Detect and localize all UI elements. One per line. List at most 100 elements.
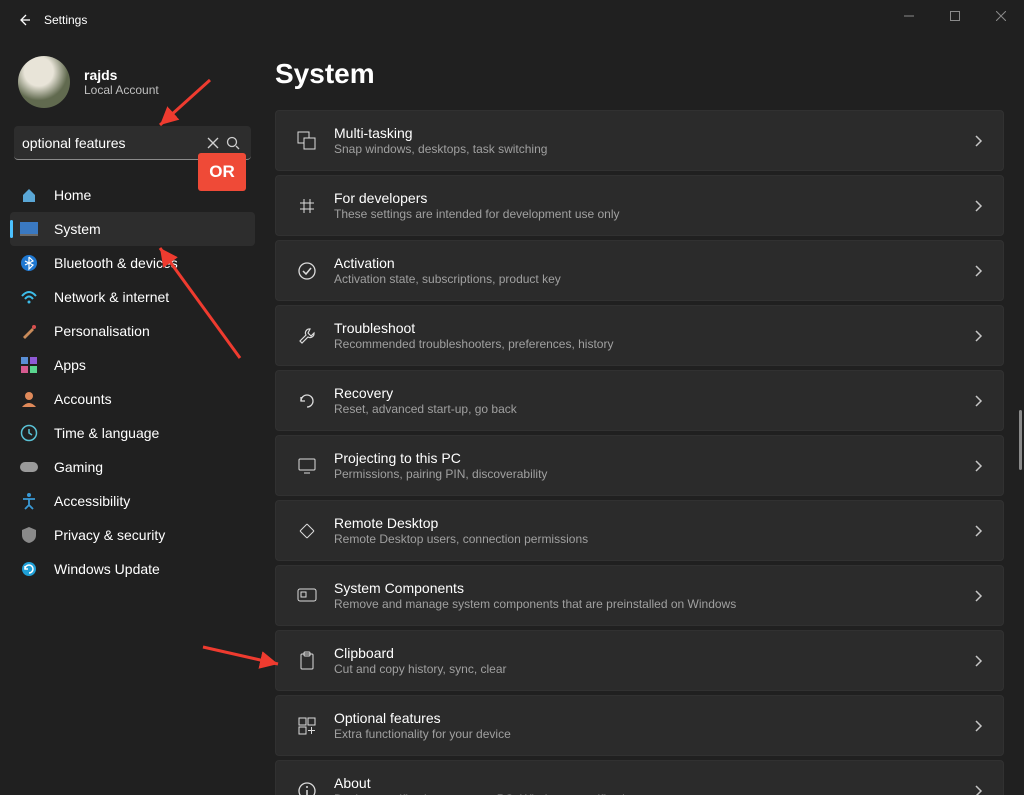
search-input[interactable] (22, 135, 203, 151)
card-desc: These settings are intended for developm… (334, 207, 973, 221)
multitask-icon (292, 131, 322, 151)
paint-icon (18, 320, 40, 342)
user-account-type: Local Account (84, 83, 159, 97)
system-projecting[interactable]: Projecting to this PCPermissions, pairin… (275, 435, 1004, 496)
window-title: Settings (44, 13, 87, 27)
system-remote-desktop[interactable]: Remote DesktopRemote Desktop users, conn… (275, 500, 1004, 561)
nav-network[interactable]: Network & internet (10, 280, 255, 314)
close-button[interactable] (978, 0, 1024, 32)
card-title: Remote Desktop (334, 515, 973, 531)
nav-gaming[interactable]: Gaming (10, 450, 255, 484)
scrollbar-thumb[interactable] (1019, 410, 1022, 470)
chevron-right-icon (973, 719, 983, 733)
profile-button[interactable]: rajds Local Account (4, 50, 261, 122)
developers-icon (292, 196, 322, 216)
chevron-right-icon (973, 654, 983, 668)
system-multitasking[interactable]: Multi-taskingSnap windows, desktops, tas… (275, 110, 1004, 171)
nav-label: Apps (54, 357, 86, 373)
chevron-right-icon (973, 199, 983, 213)
system-developers[interactable]: For developersThese settings are intende… (275, 175, 1004, 236)
clear-search-button[interactable] (203, 130, 223, 156)
chevron-right-icon (973, 459, 983, 473)
optional-features-icon (292, 716, 322, 736)
nav-accounts[interactable]: Accounts (10, 382, 255, 416)
card-desc: Permissions, pairing PIN, discoverabilit… (334, 467, 973, 481)
user-name: rajds (84, 67, 159, 83)
nav-accessibility[interactable]: Accessibility (10, 484, 255, 518)
system-activation[interactable]: ActivationActivation state, subscription… (275, 240, 1004, 301)
card-desc: Extra functionality for your device (334, 727, 973, 741)
nav-label: Network & internet (54, 289, 169, 305)
home-icon (18, 184, 40, 206)
annotation-or-badge: OR (198, 153, 246, 191)
window-controls (886, 0, 1024, 32)
remote-icon (292, 521, 322, 541)
nav: Home System Bluetooth & devices Network … (4, 178, 261, 586)
nav-label: Personalisation (54, 323, 150, 339)
titlebar: Settings (0, 0, 1024, 40)
system-troubleshoot[interactable]: TroubleshootRecommended troubleshooters,… (275, 305, 1004, 366)
main-content: System Multi-taskingSnap windows, deskto… (265, 40, 1024, 795)
shield-icon (18, 524, 40, 546)
chevron-right-icon (973, 524, 983, 538)
projecting-icon (292, 456, 322, 476)
chevron-right-icon (973, 394, 983, 408)
accounts-icon (18, 388, 40, 410)
apps-icon (18, 354, 40, 376)
nav-bluetooth[interactable]: Bluetooth & devices (10, 246, 255, 280)
card-desc: Remove and manage system components that… (334, 597, 973, 611)
nav-label: Accessibility (54, 493, 130, 509)
system-about[interactable]: AboutDevice specifications, rename PC, W… (275, 760, 1004, 795)
back-button[interactable] (4, 0, 44, 40)
card-title: Multi-tasking (334, 125, 973, 141)
maximize-button[interactable] (932, 0, 978, 32)
minimize-button[interactable] (886, 0, 932, 32)
card-title: About (334, 775, 973, 791)
nav-privacy[interactable]: Privacy & security (10, 518, 255, 552)
card-title: Activation (334, 255, 973, 271)
chevron-right-icon (973, 589, 983, 603)
nav-update[interactable]: Windows Update (10, 552, 255, 586)
nav-apps[interactable]: Apps (10, 348, 255, 382)
nav-label: Time & language (54, 425, 159, 441)
wifi-icon (18, 286, 40, 308)
system-components[interactable]: System ComponentsRemove and manage syste… (275, 565, 1004, 626)
gaming-icon (18, 456, 40, 478)
recovery-icon (292, 391, 322, 411)
search-icon[interactable] (223, 130, 243, 156)
clock-icon (18, 422, 40, 444)
card-desc: Cut and copy history, sync, clear (334, 662, 973, 676)
system-clipboard[interactable]: ClipboardCut and copy history, sync, cle… (275, 630, 1004, 691)
accessibility-icon (18, 490, 40, 512)
nav-personalisation[interactable]: Personalisation (10, 314, 255, 348)
components-icon (292, 588, 322, 604)
update-icon (18, 558, 40, 580)
nav-label: System (54, 221, 101, 237)
card-title: Recovery (334, 385, 973, 401)
system-optional-features[interactable]: Optional featuresExtra functionality for… (275, 695, 1004, 756)
nav-time[interactable]: Time & language (10, 416, 255, 450)
chevron-right-icon (973, 329, 983, 343)
nav-label: Home (54, 187, 91, 203)
nav-label: Windows Update (54, 561, 160, 577)
card-desc: Snap windows, desktops, task switching (334, 142, 973, 156)
card-title: Optional features (334, 710, 973, 726)
card-title: Troubleshoot (334, 320, 973, 336)
card-title: Projecting to this PC (334, 450, 973, 466)
card-desc: Activation state, subscriptions, product… (334, 272, 973, 286)
card-title: For developers (334, 190, 973, 206)
chevron-right-icon (973, 264, 983, 278)
system-recovery[interactable]: RecoveryReset, advanced start-up, go bac… (275, 370, 1004, 431)
check-circle-icon (292, 261, 322, 281)
system-icon (18, 218, 40, 240)
card-desc: Reset, advanced start-up, go back (334, 402, 973, 416)
wrench-icon (292, 326, 322, 346)
info-icon (292, 781, 322, 795)
nav-system[interactable]: System (10, 212, 255, 246)
card-title: Clipboard (334, 645, 973, 661)
card-title: System Components (334, 580, 973, 596)
nav-label: Privacy & security (54, 527, 165, 543)
clipboard-icon (292, 651, 322, 671)
page-title: System (275, 58, 1004, 90)
bluetooth-icon (18, 252, 40, 274)
